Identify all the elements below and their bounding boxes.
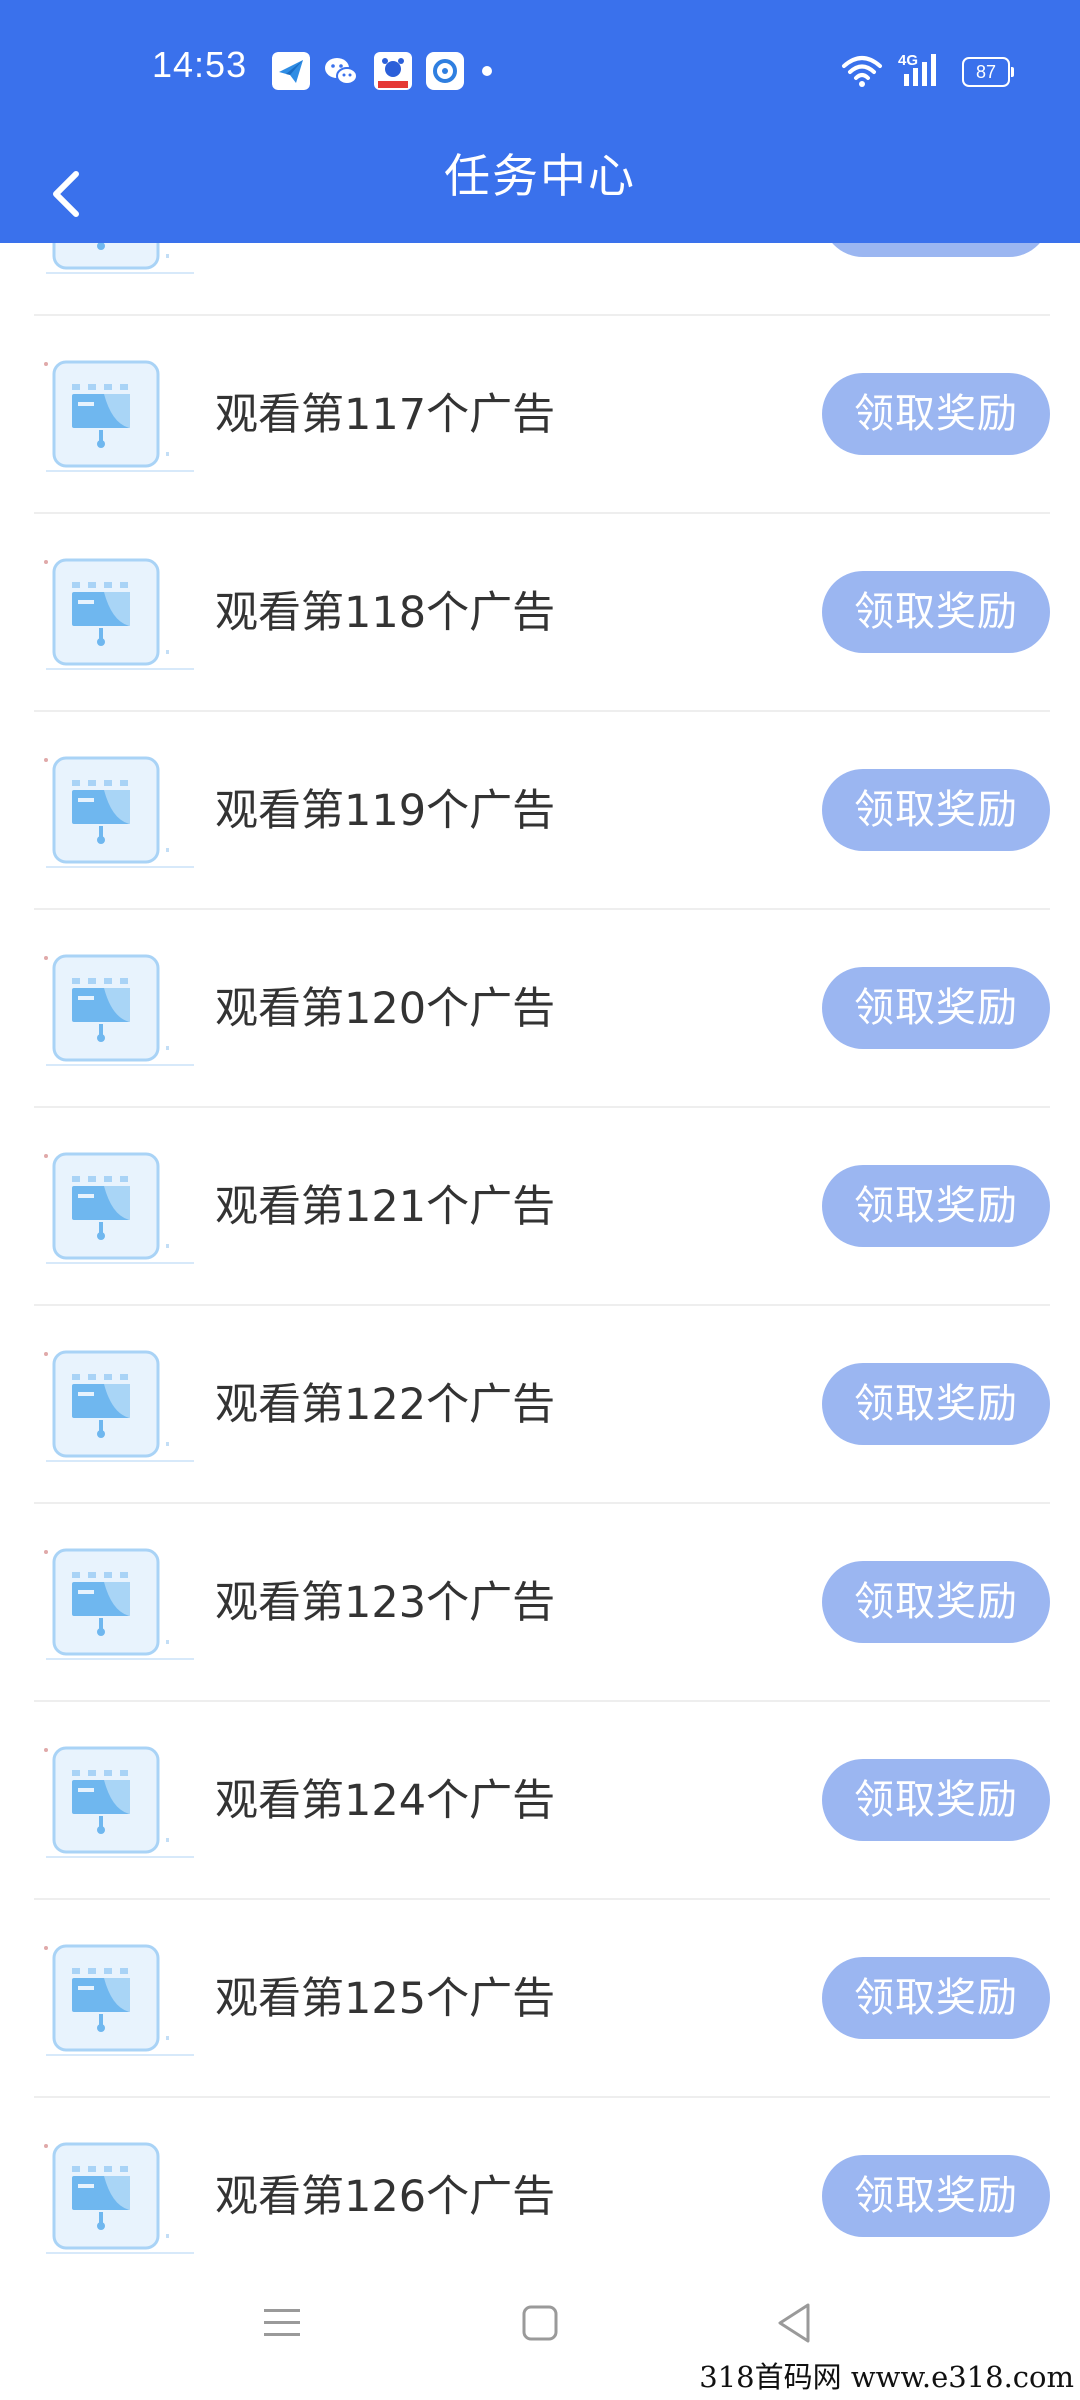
task-row: 观看第122个广告 领取奖励 (0, 1306, 1080, 1504)
notification-dot (482, 66, 492, 76)
tv-ad-icon (44, 558, 194, 670)
tv-ad-icon (44, 1548, 194, 1660)
tv-ad-icon (44, 1746, 194, 1858)
claim-reward-button[interactable]: 领取奖励 (822, 1957, 1050, 2039)
wechat-icon (325, 58, 358, 85)
system-back-button[interactable] (754, 2288, 834, 2358)
claim-reward-button[interactable]: 领取奖励 (822, 373, 1050, 455)
claim-reward-button[interactable]: 领取奖励 (822, 571, 1050, 653)
task-label: 观看第117个广告 (215, 390, 556, 440)
task-label: 观看第121个广告 (215, 1182, 556, 1232)
status-time: 14:53 (152, 44, 248, 85)
task-label: 观看第116个广告 (215, 243, 555, 316)
task-list-content: 观看第116个广告领取奖励 观看第117个广告领取奖励 观看第118个广告领取奖… (0, 243, 1080, 2268)
tv-ad-icon (44, 1152, 194, 1264)
task-row: 观看第123个广告 领取奖励 (0, 1504, 1080, 1702)
circle-app-icon (426, 52, 464, 90)
task-label: 观看第124个广告 (215, 1776, 556, 1826)
signal-icon (904, 54, 936, 86)
claim-reward-button[interactable]: 领取奖励 (822, 967, 1050, 1049)
page-title: 任务中心 (444, 149, 636, 203)
back-triangle-icon (778, 2303, 810, 2343)
tv-ad-icon (44, 954, 194, 1066)
claim-reward-button[interactable]: 领取奖励 (822, 1759, 1050, 1841)
baidu-app-icon (374, 52, 412, 90)
claim-reward-button[interactable]: 领取奖励 (822, 1165, 1050, 1247)
home-button[interactable] (500, 2288, 580, 2358)
tv-ad-icon (44, 2142, 194, 2254)
task-list[interactable]: 观看第116个广告领取奖励 观看第117个广告领取奖励 观看第118个广告领取奖… (0, 243, 1080, 2268)
task-label: 观看第123个广告 (215, 1578, 556, 1628)
task-label: 观看第118个广告 (215, 588, 556, 638)
tv-ad-icon (44, 1350, 194, 1462)
tv-ad-icon (44, 360, 194, 472)
task-label: 观看第125个广告 (215, 1974, 556, 2024)
task-row: 观看第125个广告 领取奖励 (0, 1900, 1080, 2098)
tv-ad-icon (44, 756, 194, 868)
home-square-icon (522, 2305, 558, 2341)
task-row: 观看第126个广告 领取奖励 (0, 2098, 1080, 2268)
task-row: 观看第120个广告 领取奖励 (0, 910, 1080, 1108)
task-label: 观看第126个广告 (215, 2172, 556, 2222)
tv-ad-icon (44, 1944, 194, 2056)
battery-level: 87 (975, 62, 997, 82)
claim-reward-button[interactable]: 领取奖励 (822, 1561, 1050, 1643)
claim-reward-button[interactable]: 领取奖励 (822, 1363, 1050, 1445)
battery-icon: 87 (962, 57, 1014, 87)
menu-icon (264, 2309, 300, 2336)
task-row: 观看第124个广告 领取奖励 (0, 1702, 1080, 1900)
task-label: 观看第119个广告 (215, 786, 556, 836)
task-row: 观看第121个广告 领取奖励 (0, 1108, 1080, 1306)
paper-plane-app-icon (272, 52, 310, 90)
task-row: 观看第118个广告 领取奖励 (0, 514, 1080, 712)
task-row: 观看第116个广告 领取奖励 (0, 243, 1080, 316)
wifi-icon (842, 56, 882, 87)
status-bar: 14:53 4G 87 (0, 0, 1080, 145)
task-row: 观看第119个广告 领取奖励 (0, 712, 1080, 910)
task-row: 观看第117个广告 领取奖励 (0, 316, 1080, 514)
task-label: 观看第120个广告 (215, 984, 556, 1034)
task-label: 观看第122个广告 (215, 1380, 556, 1430)
tv-ad-icon (46, 243, 194, 274)
claim-reward-button[interactable]: 领取奖励 (822, 769, 1050, 851)
app-bar: 任务中心 (0, 145, 1080, 243)
claim-reward-button[interactable]: 领取奖励 (822, 2155, 1050, 2237)
claim-reward-button[interactable]: 领取奖励 (822, 243, 1050, 257)
watermark: 318首码网 www.e318.com (687, 2354, 1080, 2400)
recent-apps-button[interactable] (242, 2288, 322, 2358)
